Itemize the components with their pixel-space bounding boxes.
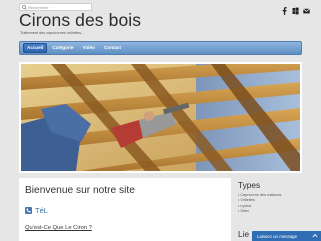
- sidebar-type-list: Capricorne des maisons Vrillettes Lyctus…: [238, 193, 308, 215]
- chat-widget[interactable]: Laissez un message: [252, 231, 321, 241]
- nav-item-categorie[interactable]: Catégorie: [48, 43, 77, 53]
- nav-item-contact[interactable]: Contact: [100, 43, 125, 53]
- welcome-heading: Bienvenue sur notre site: [25, 185, 135, 196]
- phone-icon: [25, 207, 32, 214]
- main-navigation: Accueil Catégorie Vidéo Contact: [19, 41, 302, 55]
- phone-label: TéL: [35, 206, 48, 215]
- hero-roof-illustration: [21, 64, 300, 171]
- sidebar-title-types: Types: [238, 180, 261, 190]
- main-content: Bienvenue sur notre site Qu'est-Ce Que L…: [19, 178, 231, 241]
- windows-icon[interactable]: [292, 2, 299, 15]
- nav-item-video[interactable]: Vidéo: [79, 43, 99, 53]
- site-tagline: Traitement des capricornes orillettes...: [20, 31, 85, 35]
- email-icon[interactable]: [303, 2, 310, 14]
- social-links: [281, 2, 310, 15]
- facebook-icon[interactable]: [281, 2, 288, 15]
- sidebar: Types Capricorne des maisons Vrillettes …: [238, 180, 308, 215]
- phone-row[interactable]: TéL: [25, 206, 48, 215]
- sidebar-item-sirex[interactable]: Sirex: [238, 209, 308, 214]
- hero-image: [19, 62, 302, 173]
- sidebar-title-liens: Lie: [238, 229, 250, 239]
- faq-link[interactable]: Qu'est-Ce Que Le Ciron ?: [25, 225, 92, 231]
- site-title[interactable]: Cirons des bois: [19, 10, 141, 30]
- chevron-up-icon[interactable]: [312, 233, 318, 239]
- nav-item-accueil[interactable]: Accueil: [23, 43, 48, 53]
- chat-label: Laissez un message: [257, 233, 298, 239]
